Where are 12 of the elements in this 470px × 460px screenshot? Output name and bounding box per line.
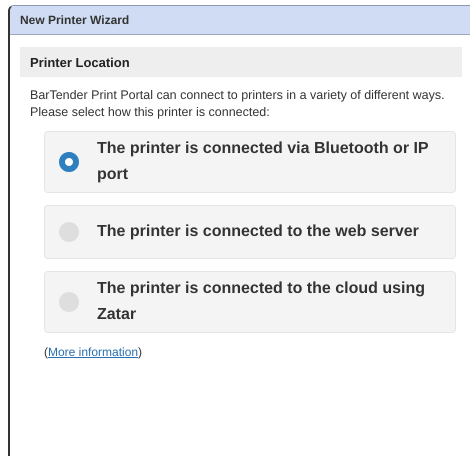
more-information-text: (More information): [44, 345, 144, 359]
window-title: New Printer Wizard: [20, 13, 130, 27]
section-title: Printer Location: [30, 54, 130, 70]
connection-option[interactable]: The printer is connected to the web server: [44, 205, 456, 259]
description-text: BarTender Print Portal can connect to printers in a variety of different ways. Please select how this printer is connected:: [30, 87, 446, 121]
more-information-link[interactable]: More information: [48, 345, 138, 359]
radio-button[interactable]: [59, 152, 79, 172]
connection-option[interactable]: The printer is connected to the cloud using Zatar: [44, 271, 456, 333]
option-label: The printer is connected to the cloud using Zatar: [97, 279, 426, 325]
connection-option[interactable]: The printer is connected via Bluetooth or IP port: [44, 131, 456, 193]
option-label: The printer is connected to the web server: [97, 222, 419, 242]
option-label: The printer is connected via Bluetooth or IP port: [97, 139, 430, 185]
